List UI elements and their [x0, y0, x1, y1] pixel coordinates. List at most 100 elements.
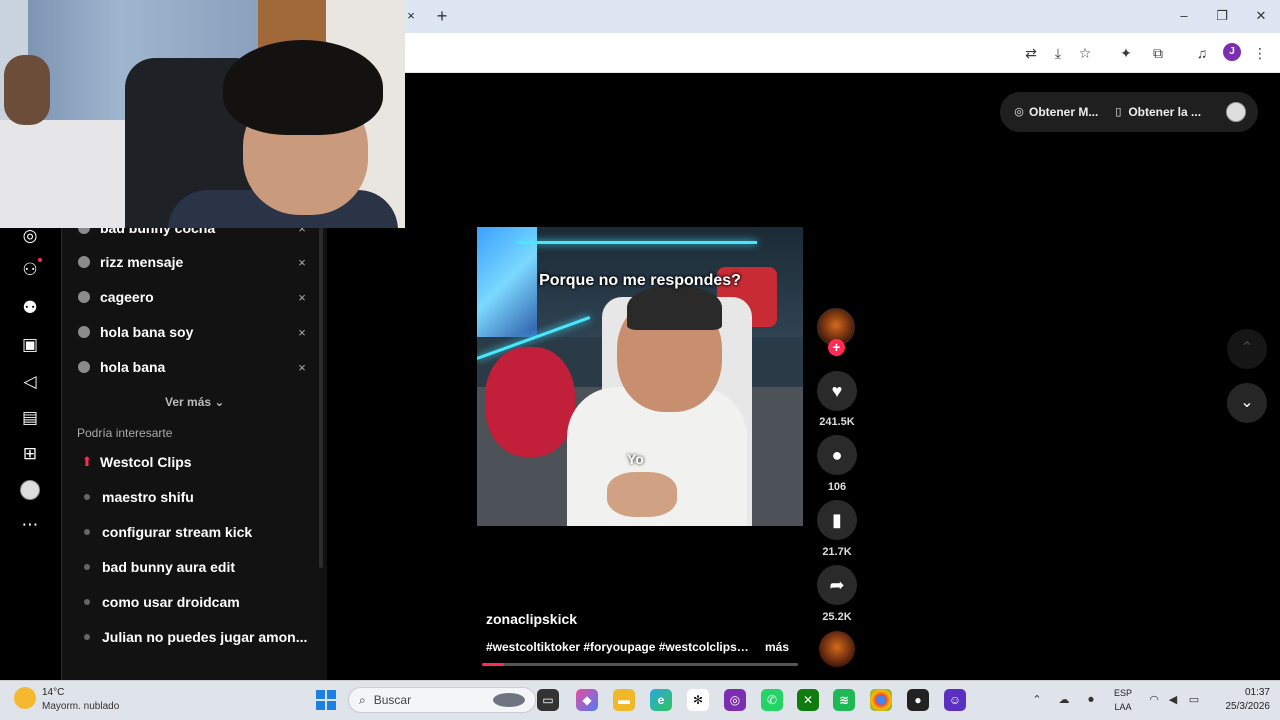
activity-inbox-icon[interactable]: ▤ — [19, 407, 41, 429]
minimize-button[interactable]: – — [1172, 6, 1196, 26]
history-item[interactable]: hola bana × — [78, 357, 308, 377]
chatgpt-icon[interactable]: ✻ — [687, 689, 709, 711]
history-item[interactable]: cageero × — [78, 287, 308, 307]
translate-icon[interactable]: ⇄ — [1022, 44, 1040, 62]
more-ellipsis-icon[interactable]: ⋯ — [19, 514, 41, 536]
clock-icon — [78, 361, 90, 373]
microphone-icon[interactable]: ⏺ — [1084, 693, 1098, 707]
video-caption: Porque no me responde͏s? — [539, 272, 741, 289]
history-label: hola bana — [100, 359, 166, 375]
extensions-puzzle-icon[interactable]: ⧉ — [1149, 44, 1167, 62]
webcam-person-hair — [223, 40, 383, 135]
history-label: hola bana soy — [100, 324, 194, 340]
top-actions-pill: ◎ Obtener M... ▯ Obtener la ... — [1000, 92, 1258, 132]
see-more-link[interactable]: Ver más ⌄ — [165, 395, 224, 409]
language-top[interactable]: ESP — [1110, 688, 1136, 698]
browser-menu-icon[interactable]: ⋮ — [1251, 44, 1269, 62]
suggestion-item[interactable]: maestro shifu — [80, 487, 320, 507]
live-tv-icon[interactable]: ▣ — [19, 334, 41, 356]
video-player[interactable]: Porque no me responde͏s? Yo — [477, 227, 803, 526]
install-app-icon[interactable]: ⤓ — [1049, 44, 1067, 62]
remove-icon[interactable]: × — [296, 290, 308, 305]
spotify-icon[interactable]: ≋ — [833, 689, 855, 711]
profile-avatar-rail[interactable] — [20, 480, 40, 500]
tray-chevron-up-icon[interactable]: ⌃ — [1030, 693, 1044, 707]
new-tab-button[interactable]: + — [432, 6, 452, 26]
wifi-icon[interactable]: ◠ — [1147, 693, 1161, 707]
taskbar-search-box[interactable]: ⌕ Buscar — [348, 687, 536, 713]
window-close-button[interactable]: ✕ — [1249, 6, 1273, 26]
remove-icon[interactable]: × — [296, 255, 308, 270]
panel-scrollbar[interactable] — [319, 228, 323, 568]
language-bottom[interactable]: LAA — [1110, 702, 1136, 712]
weather-temperature: 14°C — [42, 687, 65, 698]
edge-browser-icon[interactable]: e — [650, 689, 672, 711]
profile-avatar[interactable]: J — [1223, 43, 1241, 61]
music-disc-icon[interactable] — [819, 631, 855, 667]
extension-app-icon[interactable]: ✦ — [1117, 44, 1135, 62]
webcam-figure — [4, 55, 50, 125]
start-windows-icon[interactable] — [316, 690, 336, 710]
upload-plus-icon[interactable]: ⊞ — [19, 443, 41, 465]
more-description-link[interactable]: más — [765, 640, 789, 654]
following-icon[interactable]: ⚇ — [19, 259, 41, 281]
messages-send-icon[interactable]: ◁ — [19, 371, 41, 393]
video-author[interactable]: zonaclipskick — [486, 611, 577, 627]
volume-icon[interactable]: ◀ — [1166, 693, 1180, 707]
onedrive-cloud-icon[interactable]: ☁ — [1057, 693, 1071, 707]
suggestion-item[interactable]: configurar stream kick — [80, 522, 320, 542]
task-view-icon[interactable]: ▭ — [537, 689, 559, 711]
like-count: 241.5K — [819, 416, 855, 428]
suggestion-item[interactable]: bad bunny aura edit — [80, 557, 320, 577]
copilot-icon[interactable]: ◆ — [576, 689, 598, 711]
history-item[interactable]: hola bana soy × — [78, 322, 308, 342]
video-hashtags[interactable]: #westcoltiktoker #foryoupage #westcolcli… — [486, 640, 750, 654]
video-person-cap — [627, 285, 722, 330]
explore-compass-icon[interactable]: ◎ — [19, 225, 41, 247]
whatsapp-icon[interactable]: ✆ — [761, 689, 783, 711]
previous-video-chevron-up-icon[interactable]: ⌃ — [1227, 329, 1267, 369]
bookmark-star-icon[interactable]: ☆ — [1076, 44, 1094, 62]
battery-icon[interactable]: ▭ — [1187, 693, 1201, 707]
discord-app-icon[interactable]: ☺ — [944, 689, 966, 711]
clock-icon — [78, 291, 90, 303]
weather-partly-cloudy-icon[interactable] — [14, 687, 36, 709]
tab-close-icon[interactable]: × — [403, 8, 419, 24]
suggestion-item[interactable]: como usar droidcam — [80, 592, 320, 612]
bullet-icon — [84, 634, 90, 640]
suggestion-item[interactable]: ⬆ Westcol Clips — [80, 452, 320, 472]
user-avatar[interactable] — [1226, 102, 1246, 122]
remove-icon[interactable]: × — [296, 360, 308, 375]
get-app-button[interactable]: ▯ Obtener la ... — [1112, 105, 1201, 119]
video-progress-bar[interactable] — [482, 663, 798, 666]
clock-icon — [78, 326, 90, 338]
remove-icon[interactable]: × — [296, 325, 308, 340]
history-item[interactable]: rizz mensaje × — [78, 252, 308, 272]
video-neon-light — [517, 241, 757, 244]
suggestion-item[interactable]: Julian no puedes jugar amon... — [80, 627, 320, 647]
notification-dot — [38, 258, 42, 262]
history-label: cageero — [100, 289, 154, 305]
bullet-icon — [84, 529, 90, 535]
trending-up-icon: ⬆ — [81, 454, 93, 469]
clock-time[interactable]: 01:37 — [1232, 687, 1270, 698]
friends-icon[interactable]: ⚉ — [19, 297, 41, 319]
file-explorer-icon[interactable]: ▬ — [613, 689, 635, 711]
chrome-icon[interactable] — [870, 689, 892, 711]
instagram-app-icon[interactable]: ◎ — [724, 689, 746, 711]
follow-plus-button[interactable]: + — [828, 339, 845, 356]
like-heart-icon[interactable]: ♥ — [817, 371, 857, 411]
suggestion-label: bad bunny aura edit — [102, 559, 236, 575]
comment-icon[interactable]: ● — [817, 435, 857, 475]
screen: × + – ❐ ✕ ⇄ ⤓ ☆ ✦ ⧉ ♫ J ⋮ ◎ Obtener M...… — [0, 0, 1280, 720]
obs-icon[interactable]: ● — [907, 689, 929, 711]
media-controls-icon[interactable]: ♫ — [1193, 44, 1211, 62]
bookmark-icon[interactable]: ▮ — [817, 500, 857, 540]
get-coins-button[interactable]: ◎ Obtener M... — [1013, 105, 1098, 119]
clock-date[interactable]: 25/3/2026 — [1210, 701, 1271, 712]
xbox-icon[interactable]: ✕ — [797, 689, 819, 711]
video-progress-fill — [482, 663, 505, 666]
next-video-chevron-down-icon[interactable]: ⌄ — [1227, 383, 1267, 423]
restore-button[interactable]: ❐ — [1210, 6, 1234, 26]
share-arrow-icon[interactable]: ➦ — [817, 565, 857, 605]
